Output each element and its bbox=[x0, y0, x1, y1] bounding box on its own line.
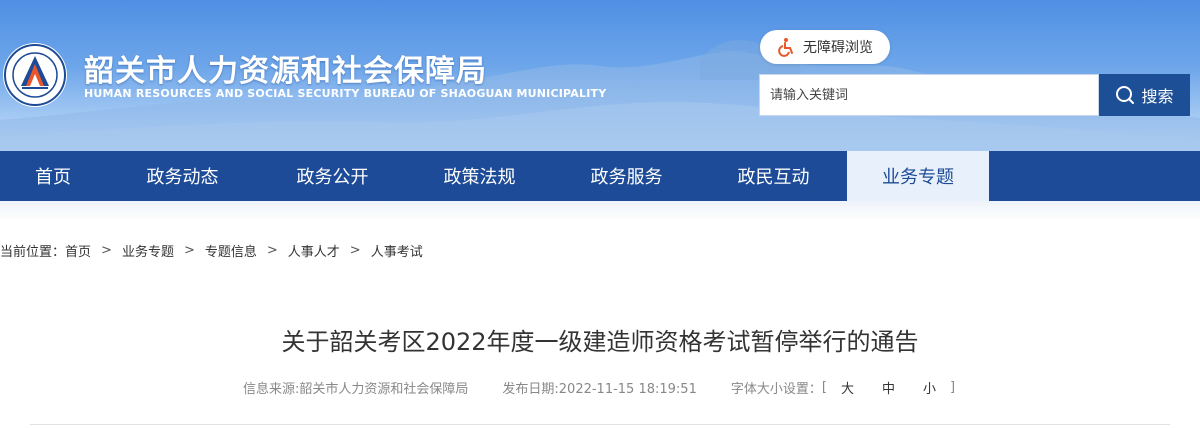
font-size-control: [ 大 中 小 ] bbox=[822, 378, 955, 397]
nav-shadow-band bbox=[0, 201, 1200, 221]
bracket-open: [ bbox=[821, 380, 827, 395]
article-source: 信息来源:韶关市人力资源和社会保障局 bbox=[243, 382, 469, 397]
article-meta: 信息来源:韶关市人力资源和社会保障局 发布日期:2022-11-15 18:19… bbox=[243, 378, 955, 397]
accessibility-label: 无障碍浏览 bbox=[803, 40, 873, 56]
site-title: 韶关市人力资源和社会保障局 bbox=[84, 54, 487, 89]
breadcrumb-separator: > bbox=[183, 242, 195, 258]
nav-item-topics[interactable]: 业务专题 bbox=[847, 151, 989, 201]
breadcrumb-exams[interactable]: 人事考试 bbox=[371, 241, 423, 260]
breadcrumb-home[interactable]: 首页 bbox=[65, 241, 91, 260]
breadcrumb-separator: > bbox=[266, 242, 278, 258]
search-icon bbox=[1115, 85, 1135, 105]
wheelchair-icon bbox=[777, 37, 797, 57]
breadcrumb: 当前位置： 首页 > 业务专题 > 专题信息 > 人事人才 > 人事考试 bbox=[0, 240, 423, 260]
breadcrumb-prefix: 当前位置： bbox=[0, 244, 66, 260]
font-size-label: 字体大小设置： bbox=[730, 382, 822, 397]
article-published-date: 发布日期:2022-11-15 18:19:51 bbox=[502, 382, 697, 397]
main-nav: 首页 政务动态 政务公开 政策法规 政务服务 政民互动 业务专题 bbox=[0, 151, 1200, 201]
breadcrumb-personnel[interactable]: 人事人才 bbox=[288, 241, 340, 260]
font-size-large-button[interactable]: 大 bbox=[841, 378, 854, 397]
content-divider bbox=[30, 424, 1170, 425]
font-size-small-button[interactable]: 小 bbox=[923, 378, 936, 397]
font-size-medium-button[interactable]: 中 bbox=[882, 378, 895, 397]
nav-item-services[interactable]: 政务服务 bbox=[553, 151, 700, 201]
nav-item-home[interactable]: 首页 bbox=[0, 151, 106, 201]
bureau-emblem-icon bbox=[3, 43, 67, 107]
site-header: 韶关市人力资源和社会保障局 HUMAN RESOURCES AND SOCIAL… bbox=[0, 0, 1200, 151]
breadcrumb-separator: > bbox=[101, 242, 112, 258]
article-title: 关于韶关考区2022年度一级建造师资格考试暂停举行的通告 bbox=[281, 328, 919, 356]
accessibility-button[interactable]: 无障碍浏览 bbox=[760, 30, 890, 64]
site-subtitle: HUMAN RESOURCES AND SOCIAL SECURITY BURE… bbox=[84, 87, 607, 100]
nav-item-disclosure[interactable]: 政务公开 bbox=[259, 151, 406, 201]
bracket-close: ] bbox=[949, 380, 956, 395]
nav-item-news[interactable]: 政务动态 bbox=[106, 151, 259, 201]
breadcrumb-topic-info[interactable]: 专题信息 bbox=[205, 241, 257, 260]
search-button[interactable]: 搜索 bbox=[1099, 74, 1190, 116]
nav-item-policies[interactable]: 政策法规 bbox=[406, 151, 553, 201]
breadcrumb-separator: > bbox=[349, 242, 361, 258]
search-button-label: 搜索 bbox=[1141, 87, 1174, 106]
nav-item-interaction[interactable]: 政民互动 bbox=[700, 151, 847, 201]
breadcrumb-topics[interactable]: 业务专题 bbox=[122, 241, 174, 260]
search-input[interactable] bbox=[759, 74, 1099, 116]
